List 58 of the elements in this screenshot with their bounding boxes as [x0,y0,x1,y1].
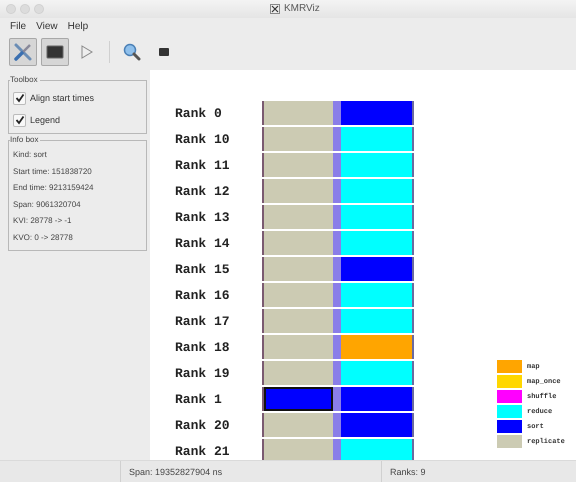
shuffle-stripe [333,257,341,281]
play-icon [81,45,93,59]
info-text: KVO: 0 -> 28778 [13,232,74,244]
rank-label: Rank 0 [175,106,223,120]
menu-item[interactable]: File [10,20,26,32]
rank-label: Rank 19 [175,366,231,380]
rank-label: Rank 18 [175,340,231,354]
shuffle-stripe [333,179,341,203]
shuffle-stripe [333,153,341,177]
shuffle-stripe [333,439,341,460]
rank-label: Rank 12 [175,184,231,198]
rank-label: Rank 16 [175,288,231,302]
display-icon [46,45,64,59]
option-checkbox[interactable]: Legend [13,111,142,129]
shuffle-stripe [333,205,341,229]
option-label: Align start times [30,93,94,103]
rank-label: Rank 1 [175,392,223,406]
tools-icon [13,42,33,62]
rank-label: Rank 17 [175,314,231,328]
group-title: Toolbox [10,75,40,84]
window-title: KMRViz [284,3,320,14]
checkbox[interactable] [13,114,26,126]
shuffle-stripe [333,231,341,255]
shuffle-stripe [333,361,341,385]
screen-icon [158,47,170,57]
rank-label: Rank 13 [175,210,231,224]
status-text: Span: 19352827904 ns [120,461,381,482]
shuffle-stripe [333,335,341,359]
rank-label: Rank 21 [175,444,231,458]
shuffle-stripe [333,387,341,411]
option-label: Legend [30,115,60,125]
rank-label: Rank 20 [175,418,231,432]
checkbox[interactable] [13,92,26,104]
rank-label: Rank 14 [175,236,231,250]
group-title: Info box [10,135,40,144]
menu-item[interactable]: View [36,20,58,32]
shuffle-stripe [333,283,341,307]
info-text: Span: 9061320704 [13,198,82,211]
info-text: End time: 9213159424 [13,182,95,194]
rank-label: Rank 10 [175,132,231,146]
shuffle-stripe [333,309,341,333]
x-logo-icon [270,4,280,14]
search-icon [123,43,141,61]
display-button[interactable] [41,38,69,66]
info-text: Kind: sort [13,149,48,161]
option-checkbox[interactable]: Align start times [13,89,142,107]
status-text: Ranks: 9 [381,461,576,482]
check-icon [14,115,24,125]
info-text: KVI: 28778 -> -1 [13,215,72,227]
rank-label: Rank 11 [175,158,231,172]
rank-label: Rank 15 [175,262,231,276]
shuffle-stripe [333,101,341,125]
tools-button[interactable] [9,38,37,66]
shuffle-stripe [333,127,341,151]
info-text: Start time: 151838720 [13,166,93,178]
shuffle-stripe [333,413,341,437]
check-icon [14,93,24,103]
menu-item[interactable]: Help [68,20,88,32]
